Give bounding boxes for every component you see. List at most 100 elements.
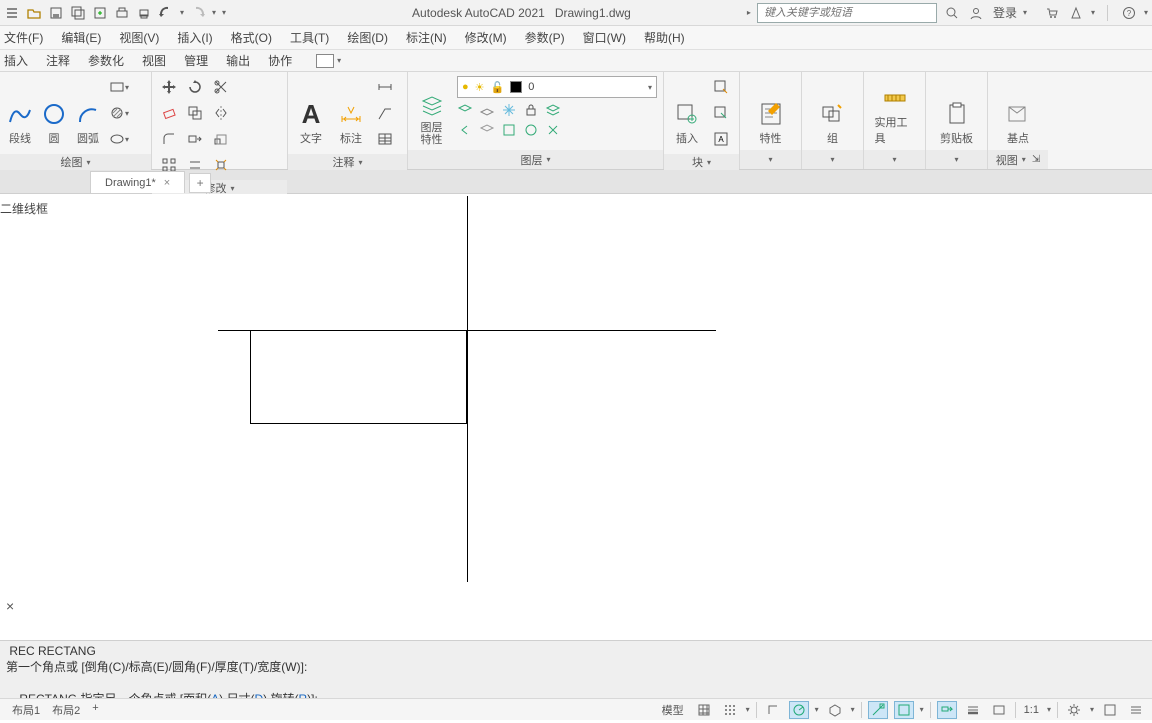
util-button[interactable]: 实用工具 bbox=[875, 76, 915, 146]
customize-icon[interactable] bbox=[1126, 701, 1146, 719]
layer-iso-icon[interactable] bbox=[457, 102, 473, 118]
undo-icon[interactable] bbox=[158, 5, 174, 21]
login-label[interactable]: 登录 bbox=[993, 4, 1017, 21]
otrack-dd[interactable]: ▾ bbox=[920, 705, 924, 714]
rotate-icon[interactable] bbox=[184, 76, 206, 98]
menu-tools[interactable]: 工具(T) bbox=[290, 29, 329, 46]
scale-label[interactable]: 1:1 bbox=[1022, 704, 1041, 716]
search-input-wrap[interactable] bbox=[757, 3, 937, 23]
layer-cur-icon[interactable] bbox=[523, 122, 539, 138]
layer-walk-icon[interactable] bbox=[479, 122, 495, 138]
dyn-icon[interactable] bbox=[937, 701, 957, 719]
file-tab[interactable]: Drawing1* × bbox=[90, 171, 185, 193]
paste-button[interactable]: 剪贴板 bbox=[937, 76, 977, 146]
menu-modify[interactable]: 修改(M) bbox=[465, 29, 507, 46]
undo-dropdown[interactable]: ▾ bbox=[180, 8, 184, 17]
insert-block-button[interactable]: 插入 bbox=[670, 76, 704, 146]
text-button[interactable]: A 文字 bbox=[294, 76, 328, 146]
move-icon[interactable] bbox=[158, 76, 180, 98]
saveas-icon[interactable] bbox=[92, 5, 108, 21]
layer-match-icon[interactable] bbox=[545, 102, 561, 118]
saveall-icon[interactable] bbox=[70, 5, 86, 21]
tab-output[interactable]: 输出 bbox=[226, 52, 250, 69]
table-icon[interactable] bbox=[374, 128, 396, 150]
lwt-icon[interactable] bbox=[963, 701, 983, 719]
base-button[interactable]: 基点 bbox=[998, 76, 1038, 146]
copy-icon[interactable] bbox=[184, 102, 206, 124]
layerprops-button[interactable]: 图层 特性 bbox=[414, 76, 449, 146]
layer-prev-icon[interactable] bbox=[457, 122, 473, 138]
help-icon[interactable]: ? bbox=[1120, 4, 1138, 22]
add-layout-tab[interactable]: + bbox=[92, 702, 98, 718]
menu-view[interactable]: 视图(V) bbox=[119, 29, 159, 46]
dim-button[interactable]: 标注 bbox=[334, 76, 368, 146]
iso-icon[interactable] bbox=[825, 701, 845, 719]
polyline-button[interactable]: 段线 bbox=[6, 76, 34, 146]
tab-param[interactable]: 参数化 bbox=[88, 52, 124, 69]
tab-collab[interactable]: 协作 bbox=[268, 52, 292, 69]
max-icon[interactable] bbox=[1100, 701, 1120, 719]
menu-insert[interactable]: 插入(I) bbox=[177, 29, 212, 46]
trim-icon[interactable] bbox=[210, 76, 232, 98]
command-line-area[interactable]: REC RECTANG 第一个角点或 [倒角(C)/标高(E)/圆角(F)/厚度… bbox=[0, 640, 1152, 698]
props-button[interactable]: 特性 bbox=[751, 76, 791, 146]
ortho-icon[interactable] bbox=[763, 701, 783, 719]
explode-icon[interactable] bbox=[210, 154, 232, 176]
menu-format[interactable]: 格式(O) bbox=[231, 29, 272, 46]
otrack-icon[interactable] bbox=[894, 701, 914, 719]
linear-icon[interactable] bbox=[374, 76, 396, 98]
search-icon[interactable] bbox=[943, 4, 961, 22]
redo-dropdown[interactable]: ▾ bbox=[212, 8, 216, 17]
close-cmd-icon[interactable]: × bbox=[6, 598, 14, 614]
cart-icon[interactable] bbox=[1043, 4, 1061, 22]
menu-edit[interactable]: 编辑(E) bbox=[61, 29, 101, 46]
redo-icon[interactable] bbox=[190, 5, 206, 21]
mirror-icon[interactable] bbox=[210, 102, 232, 124]
snap-dd[interactable]: ▾ bbox=[746, 705, 750, 714]
create-block-icon[interactable] bbox=[710, 76, 732, 98]
qat-customize[interactable]: ▾ bbox=[222, 8, 226, 17]
grid-icon[interactable] bbox=[694, 701, 714, 719]
layer-freeze-icon[interactable] bbox=[501, 102, 517, 118]
print-icon[interactable] bbox=[136, 5, 152, 21]
tab-insert[interactable]: 插入 bbox=[4, 52, 28, 69]
layout-tab-2[interactable]: 布局2 bbox=[52, 702, 80, 718]
menu-draw[interactable]: 绘图(D) bbox=[347, 29, 388, 46]
arc-button[interactable]: 圆弧 bbox=[74, 76, 102, 146]
layer-lock-icon[interactable] bbox=[523, 102, 539, 118]
menu-help[interactable]: 帮助(H) bbox=[644, 29, 685, 46]
layer-state-icon[interactable] bbox=[501, 122, 517, 138]
tab-extra[interactable]: ▾ bbox=[316, 54, 341, 68]
plot-icon[interactable] bbox=[114, 5, 130, 21]
scale-icon[interactable] bbox=[210, 128, 232, 150]
tab-manage[interactable]: 管理 bbox=[184, 52, 208, 69]
save-icon[interactable] bbox=[48, 5, 64, 21]
search-prev-icon[interactable]: ▸ bbox=[747, 8, 751, 17]
menu-dim[interactable]: 标注(N) bbox=[406, 29, 447, 46]
search-input[interactable] bbox=[758, 4, 936, 22]
ellipse-icon[interactable]: ▾ bbox=[108, 128, 130, 150]
a360-icon[interactable] bbox=[1067, 4, 1085, 22]
rect-icon[interactable]: ▾ bbox=[108, 76, 130, 98]
osnap-icon[interactable] bbox=[868, 701, 888, 719]
snap-icon[interactable] bbox=[720, 701, 740, 719]
a360-dropdown[interactable]: ▾ bbox=[1091, 8, 1095, 17]
drawing-canvas[interactable]: 二维线框 bbox=[0, 194, 1152, 590]
stretch-icon[interactable] bbox=[184, 128, 206, 150]
open-icon[interactable] bbox=[26, 5, 42, 21]
add-tab-button[interactable]: + bbox=[189, 173, 211, 193]
iso-dd[interactable]: ▾ bbox=[851, 705, 855, 714]
model-button[interactable]: 模型 bbox=[658, 702, 688, 718]
erase-icon[interactable] bbox=[158, 102, 180, 124]
layer-dropdown[interactable]: ● ☀ 🔓 0 ▾ bbox=[457, 76, 657, 98]
gear-icon[interactable] bbox=[1064, 701, 1084, 719]
attr-block-icon[interactable]: A bbox=[710, 128, 732, 150]
layout-tab-1[interactable]: 布局1 bbox=[12, 702, 40, 718]
leader-icon[interactable] bbox=[374, 102, 396, 124]
edit-block-icon[interactable] bbox=[710, 102, 732, 124]
group-button[interactable]: 组 bbox=[813, 76, 853, 146]
polar-dd[interactable]: ▾ bbox=[815, 705, 819, 714]
layer-off-icon[interactable] bbox=[479, 102, 495, 118]
fillet-icon[interactable] bbox=[158, 128, 180, 150]
circle-button[interactable]: 圆 bbox=[40, 76, 68, 146]
